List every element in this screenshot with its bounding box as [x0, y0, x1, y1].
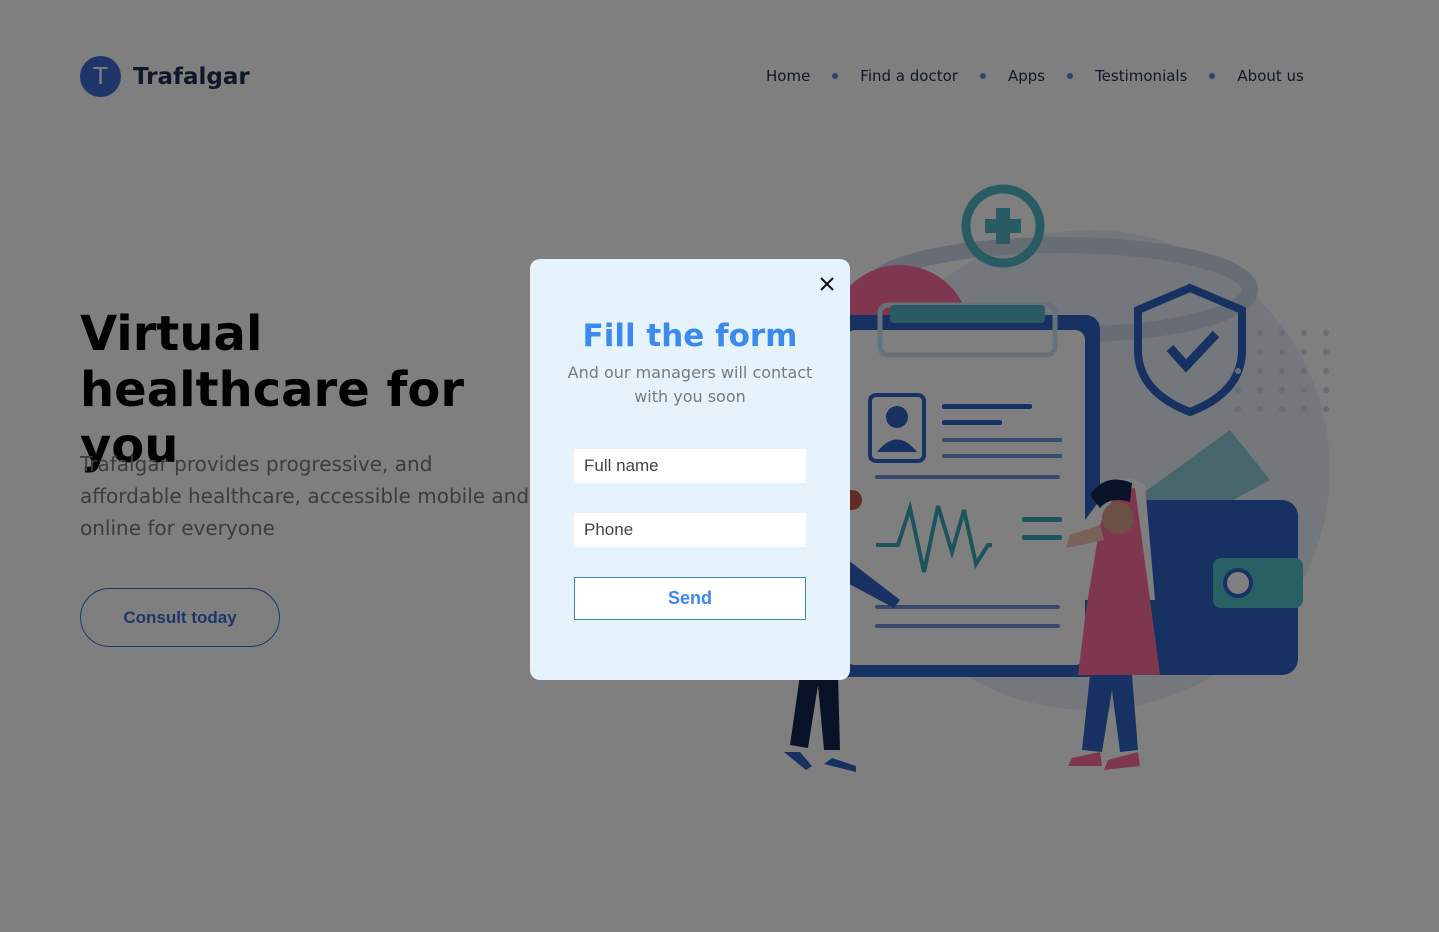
contact-form-modal: Fill the form And our managers will cont… — [530, 259, 850, 680]
send-button[interactable]: Send — [574, 577, 806, 620]
modal-title: Fill the form — [582, 318, 798, 354]
full-name-input[interactable] — [574, 449, 806, 483]
landing-page: T Trafalgar Home Find a doctor Apps Test… — [0, 0, 1439, 932]
phone-input[interactable] — [574, 513, 806, 547]
close-button[interactable] — [816, 273, 838, 295]
modal-subtitle: And our managers will contact with you s… — [567, 363, 813, 406]
close-icon — [820, 277, 834, 291]
